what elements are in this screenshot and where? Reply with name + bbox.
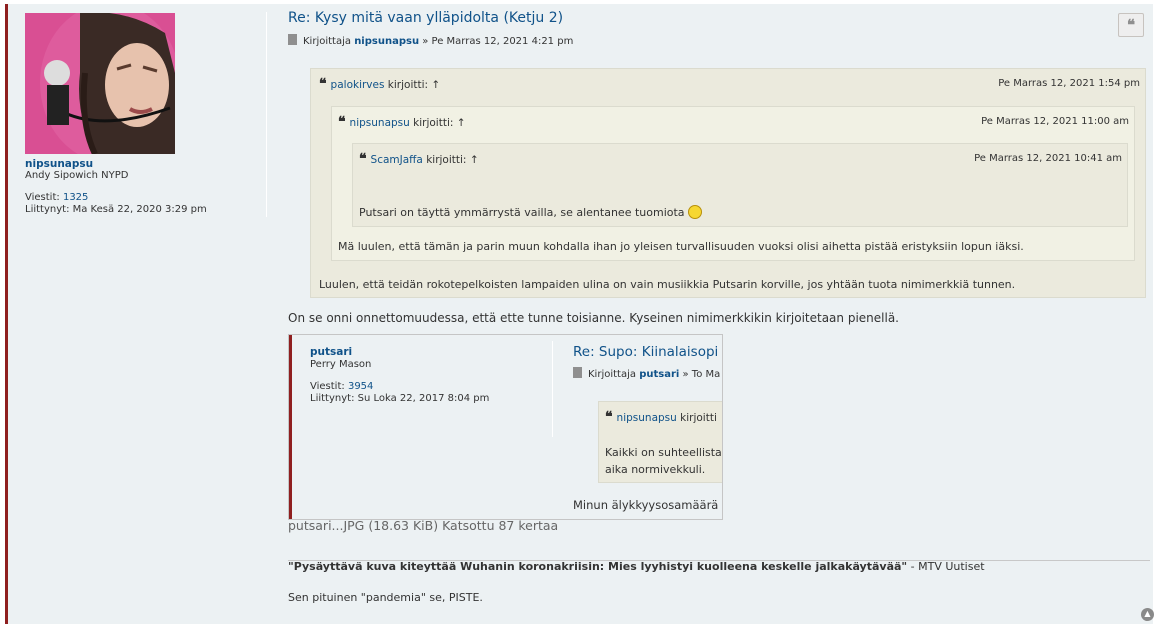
quote-author-link[interactable]: palokirves [331,79,385,91]
post-date: » Pe Marras 12, 2021 4:21 pm [422,36,574,47]
attachment-quote-text: aika normivekkuli. [605,463,706,476]
posts-label: Viestit: [25,192,60,203]
by-label: Kirjoittaja [303,36,351,47]
quote-text-content: Putsari on täyttä ymmärrystä vailla, se … [359,206,685,219]
attachment-date: » To Ma [682,369,721,380]
back-to-top-icon[interactable]: ▲ [1141,608,1154,621]
quote-date: Pe Marras 12, 2021 10:41 am [974,153,1122,164]
author-link[interactable]: nipsunapsu [354,36,419,47]
attachment-quote-header: ❝ nipsunapsu kirjoitti [605,409,717,425]
attachment-by-label: Kirjoittaja [588,369,636,380]
signature-line-2: Sen pituinen "pandemia" se, PISTE. [288,591,483,604]
attachment-joined-date: Su Loka 22, 2017 8:04 pm [357,393,490,404]
quote-wrote: kirjoitti: [426,154,467,166]
attachment-title: Re: Supo: Kiinalaisopi [573,344,719,360]
post-text: On se onni onnettomuudessa, että ette tu… [288,311,899,325]
smiley-icon [688,205,703,219]
attachment-author-line: Kirjoittaja putsari » To Ma [573,367,720,380]
attachment-posts: Viestit: 3954 [310,381,373,392]
quote-text: Putsari on täyttä ymmärrystä vailla, se … [359,205,703,219]
attachment-quote-author: nipsunapsu [616,412,677,424]
quote-header: ❝ palokirves kirjoitti: ↑ [319,76,440,92]
post-icon[interactable] [288,34,297,45]
quote-date: Pe Marras 12, 2021 1:54 pm [998,78,1140,89]
quote-wrote: kirjoitti: [387,79,429,91]
attachment-tail-text: Minun älykkyysosamäärä o [573,498,723,512]
attachment-joined-label: Liittynyt: [310,393,355,404]
quote-icon: ❝ [605,409,613,425]
profile-username[interactable]: nipsunapsu [25,158,93,170]
signature-line-1: "Pysäyttävä kuva kiteyttää Wuhanin koron… [288,560,985,573]
quote-block-outer: ❝ palokirves kirjoitti: ↑ Pe Marras 12, 2… [310,68,1146,298]
post-profile: nipsunapsu Andy Sipowich NYPD Viestit: 1… [22,12,267,217]
quote-block-inner: ❝ ScamJaffa kirjoitti: ↑ Pe Marras 12, 20… [352,143,1128,227]
quote-icon: ❝ [319,76,327,92]
quote-jump-arrow[interactable]: ↑ [457,117,466,129]
quote-text: Luulen, että teidän rokotepelkoisten lam… [319,278,1016,291]
quote-date: Pe Marras 12, 2021 11:00 am [981,116,1129,127]
quote-jump-arrow[interactable]: ↑ [470,154,479,166]
attachment-post-icon [573,367,582,378]
quote-icon: ❝ [338,114,346,130]
profile-joined: Liittynyt: Ma Kesä 22, 2020 3:29 pm [25,204,207,215]
attachment-post-preview: putsari Perry Mason Viestit: 3954 Liitty… [289,335,723,519]
quote-wrote: kirjoitti: [413,117,454,129]
attachment-joined: Liittynyt: Su Loka 22, 2017 8:04 pm [310,393,489,404]
attachment-quote-text: Kaikki on suhteellista [605,446,722,459]
quote-jump-arrow[interactable]: ↑ [431,79,440,91]
forum-post: nipsunapsu Andy Sipowich NYPD Viestit: 1… [5,4,1154,624]
quote-header: ❝ nipsunapsu kirjoitti: ↑ [338,114,466,130]
attachment-divider [552,341,553,437]
posts-count-link[interactable]: 1325 [63,192,88,203]
attachment-posts-label: Viestit: [310,381,345,392]
quote-author-link[interactable]: ScamJaffa [371,154,423,166]
attachment-username: putsari [310,346,353,358]
profile-rank: Andy Sipowich NYPD [25,170,129,181]
attachment-image[interactable]: putsari Perry Mason Viestit: 3954 Liitty… [288,334,723,520]
quote-author-link[interactable]: nipsunapsu [350,117,410,129]
post-title-link[interactable]: Re: Kysy mitä vaan ylläpidolta (Ketju 2) [288,10,563,26]
attachment-rank: Perry Mason [310,359,372,370]
quote-button[interactable]: ❝ [1118,13,1144,37]
attachment-posts-count: 3954 [347,381,374,392]
quote-header: ❝ ScamJaffa kirjoitti: ↑ [359,151,479,167]
avatar[interactable] [25,13,175,154]
joined-label: Liittynyt: [25,204,70,215]
attachment-author: putsari [639,369,680,380]
signature-headline: "Pysäyttävä kuva kiteyttää Wuhanin koron… [288,560,908,573]
attachment-caption: putsari...JPG (18.63 KiB) Katsottu 87 ke… [288,518,559,533]
quote-block-middle: ❝ nipsunapsu kirjoitti: ↑ Pe Marras 12, 2… [331,106,1135,261]
attachment-quote-wrote: kirjoitti [680,412,717,424]
profile-posts: Viestit: 1325 [25,192,88,203]
attachment-quote: ❝ nipsunapsu kirjoitti Kaikki on suhteell… [598,401,722,483]
quote-text: Mä luulen, että tämän ja parin muun kohd… [338,240,1024,253]
quote-icon: ❝ [359,151,367,167]
post-author-line: Kirjoittaja nipsunapsu » Pe Marras 12, 2… [288,34,573,47]
signature-source: - MTV Uutiset [907,560,985,573]
joined-date: Ma Kesä 22, 2020 3:29 pm [72,204,207,215]
